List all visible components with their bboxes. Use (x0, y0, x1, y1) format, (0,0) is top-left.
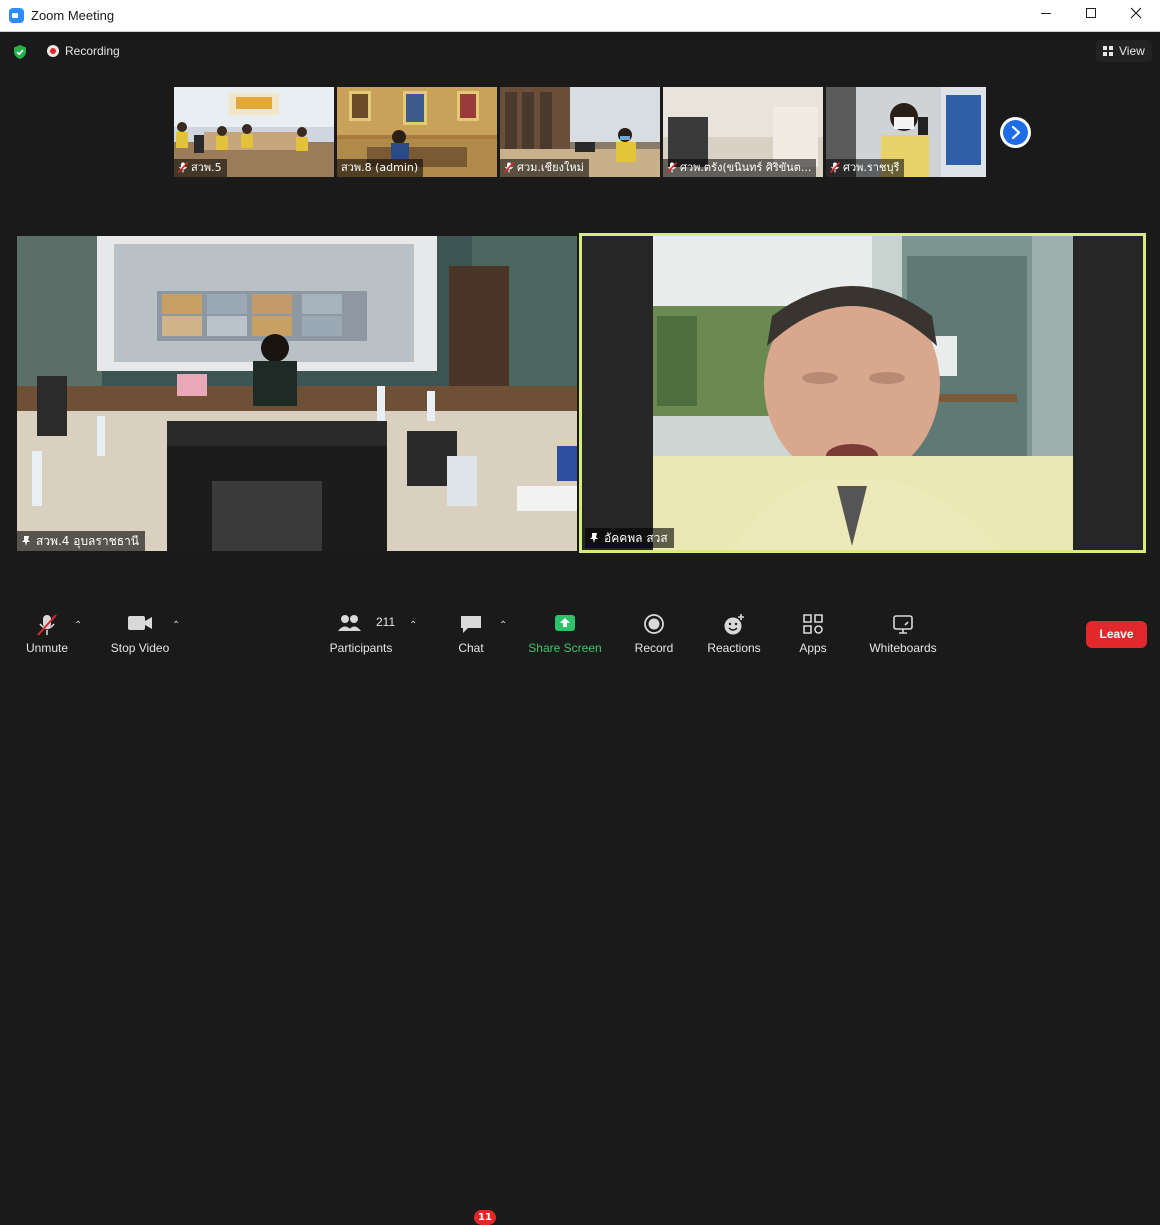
participants-label: Participants (329, 641, 393, 655)
participant-thumbnail[interactable]: ศวพ.ราชบุรี (826, 87, 986, 177)
participant-thumbnail[interactable]: สวพ.5 (174, 87, 334, 177)
record-button[interactable]: Record (628, 600, 680, 662)
mic-muted-icon (830, 162, 840, 173)
participant-name-tag: ศวพ.ราชบุรี (826, 159, 905, 177)
participant-name: ศวพ.ราชบุรี (843, 161, 900, 174)
pin-icon (22, 536, 30, 546)
shield-check-icon[interactable] (12, 44, 28, 60)
share-screen-label: Share Screen (528, 641, 602, 655)
share-screen-button[interactable]: Share Screen (525, 600, 605, 662)
video-feed (582, 236, 1143, 551)
participant-thumbnail[interactable]: ศวพ.ตรัง(ขนินทร์ ศิริขันต... (663, 87, 823, 177)
people-icon (338, 615, 362, 631)
participant-name-tag: สวพ.4 อุบลราชธานี (17, 531, 146, 551)
participant-name-tag: ศวม.เชียงใหม่ (500, 159, 589, 177)
participant-name: ศวพ.ตรัง(ขนินทร์ ศิริขันต... (680, 161, 812, 174)
stop-video-label: Stop Video (110, 641, 170, 655)
apps-label: Apps (799, 641, 827, 655)
participant-thumbnail[interactable]: สวพ.8 (admin) (337, 87, 497, 177)
next-page-button[interactable] (1000, 117, 1031, 148)
recording-dot-icon (47, 45, 59, 57)
participant-count: 211 (376, 615, 396, 629)
minimize-icon[interactable] (1023, 0, 1069, 31)
record-label: Record (634, 641, 674, 655)
unmute-button[interactable]: Unmute (17, 600, 77, 662)
participant-name: อัคคพล สวส (604, 531, 668, 545)
chat-button[interactable]: Chat (446, 600, 496, 662)
unmute-label: Unmute (25, 641, 69, 655)
mic-muted-icon (178, 162, 188, 173)
window-titlebar: Zoom Meeting (0, 0, 1160, 32)
participant-name: สวพ.4 อุบลราชธานี (36, 534, 140, 548)
participants-button[interactable]: Participants (325, 600, 397, 662)
whiteboard-icon (893, 615, 913, 634)
close-icon[interactable] (1113, 0, 1159, 31)
chat-options-caret[interactable]: ⌃ (499, 620, 507, 631)
share-arrow-icon (555, 615, 575, 631)
chat-bubble-icon (461, 616, 481, 633)
chat-unread-badge: 11 (474, 1210, 496, 1225)
zoom-app-icon (9, 8, 24, 23)
view-button[interactable]: View (1096, 40, 1152, 62)
mic-muted-icon (37, 614, 57, 636)
reactions-label: Reactions (707, 641, 761, 655)
participant-name-tag: สวพ.5 (174, 159, 227, 177)
record-icon (644, 614, 664, 634)
video-options-caret[interactable]: ⌃ (172, 620, 180, 631)
participant-name: สวพ.8 (admin) (341, 161, 419, 174)
leave-button[interactable]: Leave (1086, 621, 1147, 648)
chat-label: Chat (458, 641, 484, 655)
participant-name-tag: อัคคพล สวส (585, 528, 674, 548)
pin-icon (590, 533, 598, 543)
grid-icon (1103, 46, 1113, 56)
participant-name: สวพ.5 (191, 161, 222, 174)
participant-name-tag: ศวพ.ตรัง(ขนินทร์ ศิริขันต... (663, 159, 817, 177)
smiley-plus-icon (724, 614, 744, 635)
view-button-label: View (1119, 44, 1145, 58)
apps-icon (803, 614, 823, 634)
participant-video-tile[interactable]: สวพ.4 อุบลราชธานี (17, 236, 577, 551)
stop-video-button[interactable]: Stop Video (102, 600, 178, 662)
chevron-right-icon (1011, 125, 1021, 140)
reactions-button[interactable]: Reactions (704, 600, 764, 662)
audio-options-caret[interactable]: ⌃ (74, 620, 82, 631)
whiteboards-label: Whiteboards (869, 641, 937, 655)
whiteboards-button[interactable]: Whiteboards (863, 600, 943, 662)
mic-muted-icon (504, 162, 514, 173)
video-feed (17, 236, 577, 551)
participant-thumbnail[interactable]: ศวม.เชียงใหม่ (500, 87, 660, 177)
meeting-toolbar: Unmute ⌃ Stop Video ⌃ Participants 211 ⌃… (0, 600, 1160, 1225)
video-camera-icon (128, 616, 152, 630)
maximize-icon[interactable] (1068, 0, 1114, 31)
active-speaker-tile[interactable]: อัคคพล สวส (582, 236, 1143, 551)
participant-name-tag: สวพ.8 (admin) (337, 159, 424, 177)
mic-muted-icon (667, 162, 677, 173)
window-title: Zoom Meeting (31, 8, 115, 23)
participant-name: ศวม.เชียงใหม่ (517, 161, 584, 174)
apps-button[interactable]: Apps (793, 600, 833, 662)
participants-options-caret[interactable]: ⌃ (409, 620, 417, 631)
recording-label: Recording (65, 44, 120, 58)
